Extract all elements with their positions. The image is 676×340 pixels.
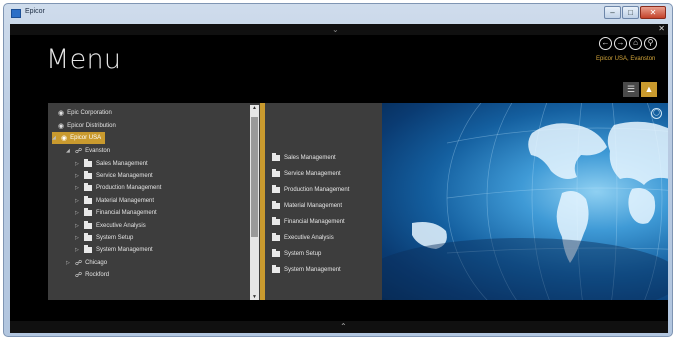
folder-icon [84,221,92,229]
tree-item-production-management[interactable]: ▷ Production Management [75,182,161,194]
search-icon[interactable]: ⚲ [644,37,657,50]
window-controls: – □ ✕ [604,6,666,19]
bottom-collapse-bar[interactable]: ⌃ [10,321,668,333]
globe-background-image: ◯ [382,103,668,300]
minimize-button[interactable]: – [604,6,621,19]
home-icon[interactable]: ⌂ [629,37,642,50]
tree-item-chicago[interactable]: ▷ ☍ Chicago [66,257,107,269]
collapsed-arrow-icon[interactable]: ▷ [75,223,84,229]
site-icon: ☍ [75,148,83,155]
collapsed-arrow-icon[interactable]: ▷ [75,247,84,253]
company-site-link[interactable]: Epicor USA, Evanston [596,56,655,62]
globe-illustration [382,103,668,300]
folder-icon [84,245,92,253]
company-icon: ◉ [61,135,68,142]
expand-icon[interactable]: ◯ [651,108,662,119]
folder-icon [84,208,92,216]
submenu-item-system-setup[interactable]: System Setup [272,248,321,260]
forward-icon[interactable]: → [614,37,627,50]
submenu-item-production-management[interactable]: Production Management [272,184,349,196]
menu-tree: ◉ Epic Corporation ◉ Epicor Distribution… [48,103,260,300]
tree-item-rockford[interactable]: ☍ Rockford [75,269,109,281]
window-title: Epicor [25,8,45,15]
folder-icon [272,169,280,177]
tree-item-evanston[interactable]: ◢ ☍ Evanston [66,145,110,157]
collapsed-arrow-icon[interactable]: ▷ [75,185,84,191]
chevron-up-icon[interactable]: ⌃ [340,322,347,331]
tree-item-epicor-usa[interactable]: ◢ ◉ Epicor USA [52,132,106,144]
folder-icon [84,196,92,204]
folder-icon [84,159,92,167]
company-icon: ◉ [58,110,65,117]
collapsed-arrow-icon[interactable]: ▷ [66,260,75,266]
folder-icon [84,171,92,179]
folder-icon [272,185,280,193]
scroll-up-arrow-icon[interactable]: ▲ [250,105,259,111]
tree-item-system-setup[interactable]: ▷ System Setup [75,232,133,244]
scroll-down-arrow-icon[interactable]: ▼ [250,294,259,300]
view-toggle: ☰ ▲ [623,82,657,97]
folder-icon [272,233,280,241]
folder-icon [272,249,280,257]
page-title: Menu [46,44,122,75]
top-collapse-bar[interactable]: ⌄ ✕ [10,24,668,35]
tree-item-sales-management[interactable]: ▷ Sales Management [75,158,148,170]
tree-item-epicor-distribution[interactable]: ◉ Epicor Distribution [58,120,116,132]
application-window: Epicor – □ ✕ ⌄ ✕ Menu ← → ⌂ ⚲ Epicor USA… [3,3,673,337]
collapsed-arrow-icon[interactable]: ▷ [75,198,84,204]
collapsed-arrow-icon[interactable]: ▷ [75,210,84,216]
site-icon: ☍ [75,272,83,279]
company-icon: ◉ [58,123,65,130]
folder-icon [272,201,280,209]
expanded-arrow-icon[interactable]: ◢ [66,148,75,154]
submenu-panel: Sales Management Service Management Prod… [265,103,382,300]
folder-icon [272,265,280,273]
scrollbar-thumb[interactable] [251,117,258,237]
close-icon[interactable]: ✕ [658,24,665,33]
tree-scrollbar[interactable]: ▲ ▼ [250,105,259,300]
tree-item-system-management[interactable]: ▷ System Management [75,244,153,256]
chevron-down-icon[interactable]: ⌄ [332,25,339,34]
expanded-arrow-icon[interactable]: ◢ [52,135,61,141]
submenu-item-material-management[interactable]: Material Management [272,200,342,212]
navigation-toolbar: ← → ⌂ ⚲ [599,37,657,50]
list-view-icon[interactable]: ☰ [623,82,639,97]
maximize-button[interactable]: □ [622,6,639,19]
submenu-item-executive-analysis[interactable]: Executive Analysis [272,232,334,244]
submenu-item-service-management[interactable]: Service Management [272,168,341,180]
tree-item-epic-corporation[interactable]: ◉ Epic Corporation [58,107,112,119]
collapsed-arrow-icon[interactable]: ▷ [75,161,84,167]
tree-item-financial-management[interactable]: ▷ Financial Management [75,207,157,219]
folder-icon [272,153,280,161]
folder-icon [272,217,280,225]
submenu-item-financial-management[interactable]: Financial Management [272,216,345,228]
submenu-item-sales-management[interactable]: Sales Management [272,152,336,164]
close-button[interactable]: ✕ [640,6,666,19]
folder-icon [84,183,92,191]
tile-view-icon[interactable]: ▲ [641,82,657,97]
tree-item-service-management[interactable]: ▷ Service Management [75,170,153,182]
site-icon: ☍ [75,260,83,267]
collapsed-arrow-icon[interactable]: ▷ [75,173,84,179]
collapsed-arrow-icon[interactable]: ▷ [75,235,84,241]
app-client-area: ⌄ ✕ Menu ← → ⌂ ⚲ Epicor USA, Evanston ☰ … [10,24,668,333]
tree-item-material-management[interactable]: ▷ Material Management [75,195,154,207]
back-icon[interactable]: ← [599,37,612,50]
submenu-item-system-management[interactable]: System Management [272,264,341,276]
tree-item-executive-analysis[interactable]: ▷ Executive Analysis [75,220,146,232]
app-icon [11,9,21,18]
title-bar[interactable]: Epicor – □ ✕ [4,4,672,24]
folder-icon [84,233,92,241]
